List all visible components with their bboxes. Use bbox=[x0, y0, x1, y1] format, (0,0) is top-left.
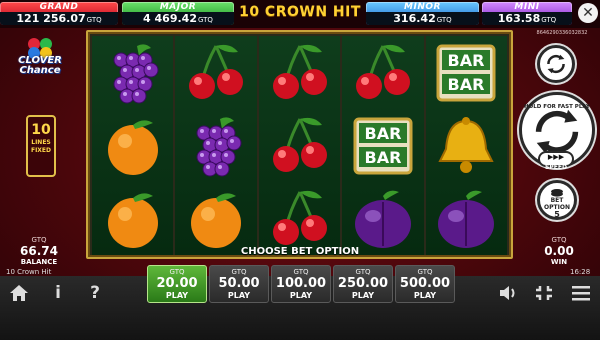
orange-icon bbox=[97, 113, 169, 179]
svg-text:BAR: BAR bbox=[448, 51, 485, 70]
jackpot-minor: MINOR 316.42GTQ bbox=[366, 2, 479, 25]
bar-icon: BAR BAR bbox=[430, 40, 502, 106]
reel-1 bbox=[92, 36, 174, 255]
bet-option-button[interactable]: BET OPTION 5 bbox=[537, 180, 577, 220]
orange-icon bbox=[97, 186, 169, 252]
bet-option-50[interactable]: GTQ 50.00 PLAY bbox=[209, 265, 269, 303]
home-button[interactable] bbox=[8, 283, 30, 303]
win-amount: 0.00 bbox=[544, 244, 574, 258]
help-button[interactable]: ? bbox=[84, 283, 106, 303]
fullscreen-icon bbox=[536, 286, 552, 300]
reel-4: BAR BAR bbox=[342, 36, 424, 255]
game-title: 10 CROWN HIT bbox=[239, 4, 361, 20]
bell-icon bbox=[430, 113, 502, 179]
balance-currency: GTQ bbox=[31, 236, 47, 244]
jackpot-major-label: MAJOR bbox=[159, 2, 197, 12]
grapes-icon bbox=[180, 113, 252, 179]
fast-forward-icon: ▶▶▶ bbox=[547, 153, 565, 161]
reel-frame: BAR BAR BAR BAR bbox=[86, 30, 513, 259]
info-button[interactable]: i bbox=[47, 283, 69, 303]
svg-text:BAR: BAR bbox=[448, 75, 485, 94]
bet-option-500[interactable]: GTQ 500.00 PLAY bbox=[395, 265, 455, 303]
svg-text:BAR: BAR bbox=[364, 148, 401, 167]
bet-option-250[interactable]: GTQ 250.00 PLAY bbox=[333, 265, 393, 303]
speaker-icon bbox=[500, 286, 515, 300]
logo-text: CLOVER Chance bbox=[18, 55, 62, 76]
plum-icon bbox=[430, 186, 502, 252]
close-icon: ✕ bbox=[582, 5, 594, 21]
jackpot-major-value: 4 469.42GTQ bbox=[122, 12, 234, 25]
grapes-icon bbox=[97, 40, 169, 106]
spin-hold-label: HOLD FOR FAST PLAY bbox=[523, 104, 591, 110]
win-display: GTQ 0.00 WIN bbox=[532, 236, 586, 266]
home-icon bbox=[10, 285, 28, 301]
speed-label: SPEED bbox=[545, 164, 567, 171]
reel-5: BAR BAR bbox=[425, 36, 508, 255]
info-icon: i bbox=[55, 283, 61, 303]
reel-2 bbox=[175, 36, 257, 255]
svg-text:BAR: BAR bbox=[364, 124, 401, 143]
cherries-icon bbox=[264, 40, 336, 106]
win-currency: GTQ bbox=[551, 236, 567, 244]
sound-button[interactable] bbox=[497, 283, 519, 303]
clock: 16:28 bbox=[570, 268, 591, 276]
bet-option-20[interactable]: GTQ 20.00 PLAY bbox=[147, 265, 207, 303]
game-name: 10 Crown Hit bbox=[6, 268, 52, 276]
cherries-icon bbox=[180, 40, 252, 106]
balance-amount: 66.74 bbox=[20, 244, 58, 258]
bet-option-100[interactable]: GTQ 100.00 PLAY bbox=[271, 265, 331, 303]
autoplay-icon bbox=[547, 54, 565, 74]
balance-display: GTQ 66.74 BALANCE bbox=[12, 236, 66, 266]
fullscreen-button[interactable] bbox=[533, 283, 555, 303]
lines-label: LINES bbox=[31, 139, 51, 146]
lines-fixed-badge: 10 LINES FIXED bbox=[26, 115, 56, 177]
jackpot-major: MAJOR 4 469.42GTQ bbox=[122, 2, 234, 25]
choose-bet-message: CHOOSE BET OPTION bbox=[240, 246, 360, 257]
close-button[interactable]: ✕ bbox=[578, 3, 598, 23]
menu-button[interactable] bbox=[570, 283, 592, 303]
cherries-icon bbox=[264, 186, 336, 252]
jackpot-minor-label: MINOR bbox=[404, 2, 441, 12]
jackpot-mini-value: 163.58GTQ bbox=[482, 12, 572, 25]
jackpot-grand-value: 121 256.07GTQ bbox=[0, 12, 118, 25]
clover-chance-logo: CLOVER Chance bbox=[10, 36, 70, 80]
reel-3 bbox=[258, 36, 341, 255]
win-label: WIN bbox=[550, 258, 568, 266]
cherries-icon bbox=[264, 113, 336, 179]
reels: BAR BAR BAR BAR bbox=[92, 36, 508, 255]
balance-label: BALANCE bbox=[20, 258, 58, 266]
autoplay-button[interactable] bbox=[537, 45, 575, 83]
lines-fixed-label: FIXED bbox=[30, 147, 52, 154]
plum-icon bbox=[347, 186, 419, 252]
hamburger-menu-icon bbox=[572, 286, 590, 301]
jackpot-grand-label: GRAND bbox=[39, 2, 79, 12]
jackpot-grand: GRAND 121 256.07GTQ bbox=[0, 2, 118, 25]
orange-icon bbox=[180, 186, 252, 252]
lines-number: 10 bbox=[31, 122, 51, 138]
bar-icon: BAR BAR bbox=[347, 113, 419, 179]
jackpot-mini-label: MINI bbox=[514, 2, 540, 12]
session-id: 8646290336032832 bbox=[536, 30, 588, 36]
jackpot-mini: MINI 163.58GTQ bbox=[482, 2, 572, 25]
bet-option-label: BET OPTION 5 bbox=[544, 197, 570, 219]
cherries-icon bbox=[347, 40, 419, 106]
jackpot-minor-value: 316.42GTQ bbox=[366, 12, 479, 25]
help-icon: ? bbox=[90, 283, 100, 303]
